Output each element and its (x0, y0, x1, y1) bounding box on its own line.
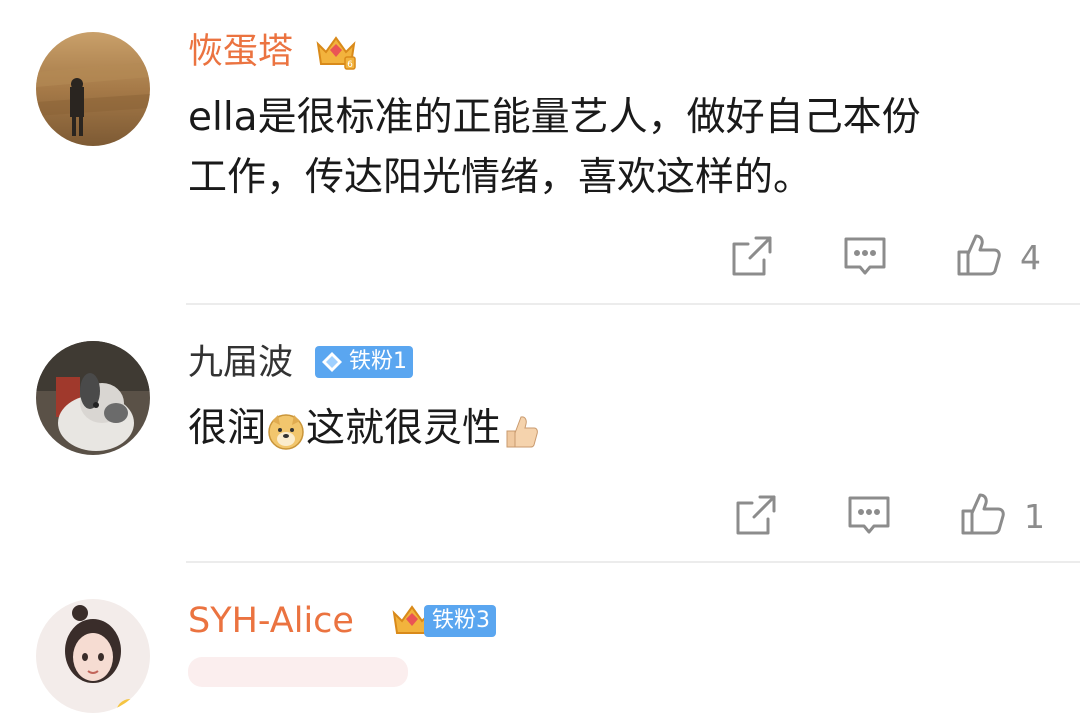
comment-icon[interactable] (847, 493, 891, 537)
thumbs-up-emoji-icon (501, 411, 541, 451)
repost-icon[interactable] (730, 234, 774, 278)
thumbs-up-icon[interactable] (960, 491, 1005, 535)
comment-icon[interactable] (843, 234, 887, 278)
avatar[interactable] (36, 32, 150, 146)
avatar[interactable] (36, 341, 150, 455)
comment-text: ella是很标准的正能量艺人，做好自己本份 (188, 95, 921, 140)
username[interactable]: SYH-Alice (188, 599, 354, 643)
comment-text-part: 很润 (188, 406, 267, 451)
diamond-icon (321, 351, 343, 373)
comment-item: 九届波 铁粉1 很润 这就很灵性 1 (0, 305, 1080, 563)
repost-icon[interactable] (734, 493, 778, 537)
comment-item: 恢蛋塔 6 ella是很标准的正能量艺人，做好自己本份 工作，传达阳光情绪，喜欢… (0, 0, 1080, 305)
comment-text: 工作，传达阳光情绪，喜欢这样的。 (188, 155, 813, 200)
crown-icon: 6 (314, 30, 358, 74)
thumbs-up-icon[interactable] (956, 232, 1001, 276)
avatar[interactable] (36, 599, 150, 713)
badge-label: 铁粉3 (432, 608, 490, 633)
comment-text-part: 这就很灵性 (306, 406, 502, 451)
like-count: 4 (1020, 238, 1041, 277)
comment-text: 很润 这就很灵性 (188, 401, 541, 457)
fan-badge[interactable]: 铁粉1 (315, 346, 413, 378)
username[interactable]: 恢蛋塔 (188, 30, 293, 74)
svg-text:6: 6 (347, 60, 353, 70)
comment-item: SYH-Alice 铁粉3 (0, 563, 1080, 713)
username[interactable]: 九届波 (188, 341, 293, 385)
badge-label: 铁粉1 (349, 349, 407, 374)
fan-badge[interactable]: 铁粉3 (424, 605, 496, 637)
comment-text-preview (188, 657, 408, 687)
like-count: 1 (1024, 497, 1045, 536)
doge-emoji-icon (266, 411, 306, 451)
